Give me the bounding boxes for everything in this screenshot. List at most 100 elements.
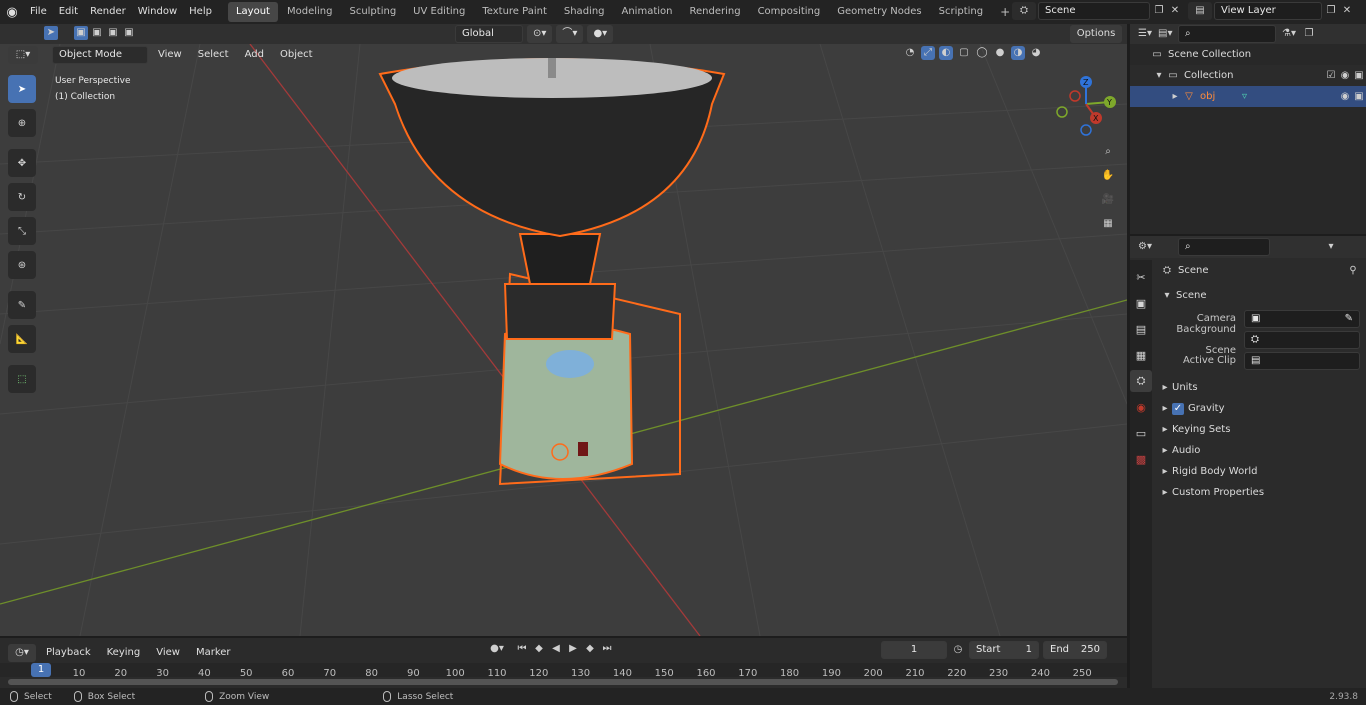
tab-geometry-nodes[interactable]: Geometry Nodes — [829, 2, 929, 22]
pin-icon[interactable]: ⚲ — [1346, 264, 1360, 278]
tab-layout[interactable]: Layout — [227, 2, 278, 22]
expand-arrow-icon[interactable]: ▸ — [1158, 381, 1172, 395]
menu-edit[interactable]: Edit — [53, 0, 84, 24]
viewport-menu-object[interactable]: Object — [274, 43, 319, 67]
play-reverse-icon[interactable]: ◀ — [549, 642, 563, 656]
measure-tool-icon[interactable]: 📐 — [8, 325, 36, 353]
render-tab-icon[interactable]: ▣ — [1130, 292, 1152, 314]
tab-sculpting[interactable]: Sculpting — [341, 2, 404, 22]
view-layer-icon[interactable]: ▤ — [1188, 2, 1212, 20]
timeline-editor-icon[interactable]: ◷▾ — [8, 644, 36, 662]
new-collection-icon[interactable]: ❐ — [1302, 27, 1316, 41]
render-camera-icon[interactable]: ▣ — [1352, 69, 1366, 83]
tab-scripting[interactable]: Scripting — [931, 2, 991, 22]
keying-menu[interactable]: Keying — [101, 641, 147, 665]
play-icon[interactable]: ▶ — [566, 642, 580, 656]
tab-compositing[interactable]: Compositing — [750, 2, 829, 22]
annotate-tool-icon[interactable]: ✎ — [8, 291, 36, 319]
scene-tab-icon[interactable]: ⛭ — [1130, 370, 1152, 392]
exclude-checkbox-icon[interactable]: ☑ — [1324, 69, 1338, 83]
display-mode-icon[interactable]: ▤▾ — [1158, 27, 1172, 41]
menu-window[interactable]: Window — [132, 0, 183, 24]
tab-animation[interactable]: Animation — [614, 2, 681, 22]
properties-options-icon[interactable]: ▾ — [1324, 240, 1338, 254]
select-invert-icon[interactable]: ▣ — [122, 26, 136, 40]
overlay-toggle-icon[interactable]: ◐ — [939, 46, 953, 60]
texture-tab-icon[interactable]: ▩ — [1130, 448, 1152, 470]
playback-menu[interactable]: Playback — [40, 641, 97, 665]
viewport-menu-select[interactable]: Select — [192, 43, 235, 67]
menu-help[interactable]: Help — [183, 0, 218, 24]
start-frame-field[interactable]: Start 1 — [969, 641, 1039, 659]
hide-eye-icon[interactable]: ◉ — [1338, 90, 1352, 104]
custom-properties-panel[interactable]: ▸ Custom Properties — [1152, 482, 1366, 503]
expand-arrow-icon[interactable]: ▸ — [1168, 90, 1182, 104]
preview-range-icon[interactable]: ◷ — [951, 643, 965, 657]
viewport-menu-add[interactable]: Add — [239, 43, 270, 67]
options-button[interactable]: Options — [1070, 25, 1122, 43]
timeline-scrollbar[interactable] — [8, 679, 1118, 685]
cursor-icon[interactable]: ⊕ — [8, 109, 36, 137]
next-keyframe-icon[interactable]: ◆ — [583, 642, 597, 656]
milk-separator-model[interactable] — [378, 58, 726, 486]
xray-icon[interactable]: ▢ — [957, 46, 971, 60]
properties-editor-icon[interactable]: ⚙▾ — [1138, 240, 1152, 254]
scene-icon[interactable]: ⛭ — [1012, 2, 1036, 20]
camera-field[interactable]: ▣ ✎ — [1244, 309, 1360, 328]
prev-keyframe-icon[interactable]: ◆ — [532, 642, 546, 656]
copy-scene-icon[interactable]: ❐ — [1152, 4, 1166, 18]
scene-section-header[interactable]: ▾ Scene — [1152, 285, 1366, 306]
world-tab-icon[interactable]: ◉ — [1130, 396, 1152, 418]
material-shading-icon[interactable]: ◑ — [1011, 46, 1025, 60]
jump-end-icon[interactable]: ⏭ — [600, 642, 614, 656]
rigid-body-world-panel[interactable]: ▸ Rigid Body World — [1152, 461, 1366, 482]
mode-select[interactable]: Object Mode — [52, 46, 148, 64]
audio-panel[interactable]: ▸ Audio — [1152, 440, 1366, 461]
expand-arrow-icon[interactable]: ▸ — [1158, 465, 1172, 479]
select-extend-icon[interactable]: ▣ — [90, 26, 104, 40]
keying-sets-panel[interactable]: ▸ Keying Sets — [1152, 419, 1366, 440]
pivot-icon[interactable]: ⊙▾ — [527, 25, 553, 43]
visibility-icon[interactable]: ◔ — [903, 46, 917, 60]
properties-search-input[interactable]: ⌕ — [1178, 238, 1270, 256]
tab-uv-editing[interactable]: UV Editing — [405, 2, 473, 22]
timeline-view-menu[interactable]: View — [150, 641, 186, 665]
tab-modeling[interactable]: Modeling — [279, 2, 341, 22]
background-scene-field[interactable]: ⛭ — [1244, 330, 1360, 349]
wireframe-shading-icon[interactable]: ◯ — [975, 46, 989, 60]
menu-file[interactable]: File — [24, 0, 53, 24]
playhead[interactable]: 1 — [31, 663, 51, 677]
copy-view-layer-icon[interactable]: ❐ — [1324, 4, 1338, 18]
outliner-row-collection[interactable]: ▾ ▭ Collection ☑ ◉ ▣ — [1130, 65, 1366, 86]
solid-shading-icon[interactable]: ● — [993, 46, 1007, 60]
add-cube-tool-icon[interactable]: ⬚ — [8, 365, 36, 393]
select-subtract-icon[interactable]: ▣ — [106, 26, 120, 40]
snap-icon[interactable]: ⌒▾ — [556, 25, 584, 43]
editor-type-button[interactable]: ⬚▾ — [8, 46, 38, 64]
proportional-icon[interactable]: ●▾ — [587, 25, 614, 43]
units-panel[interactable]: ▸ Units — [1152, 377, 1366, 398]
collapse-arrow-icon[interactable]: ▾ — [1160, 289, 1174, 303]
rendered-shading-icon[interactable]: ◕ — [1029, 46, 1043, 60]
expand-arrow-icon[interactable]: ▸ — [1158, 402, 1172, 416]
jump-start-icon[interactable]: ⏮ — [515, 642, 529, 656]
render-camera-icon[interactable]: ▣ — [1352, 90, 1366, 104]
grid-view-icon[interactable]: ▦ — [1098, 214, 1118, 234]
select-new-icon[interactable]: ▣ — [74, 26, 88, 40]
outliner-search-input[interactable]: ⌕ — [1178, 25, 1276, 43]
transform-orientation-select[interactable]: Global — [455, 25, 523, 43]
record-icon[interactable]: ●▾ — [482, 642, 512, 656]
filter-icon[interactable]: ⚗▾ — [1282, 27, 1296, 41]
marker-menu[interactable]: Marker — [190, 641, 237, 665]
expand-arrow-icon[interactable]: ▸ — [1158, 444, 1172, 458]
camera-view-icon[interactable]: 🎥 — [1098, 190, 1118, 210]
3d-viewport[interactable] — [0, 44, 1127, 636]
pan-hand-icon[interactable]: ✋ — [1098, 166, 1118, 186]
blender-logo-icon[interactable]: ◉ — [0, 5, 24, 20]
outliner-row-scene-collection[interactable]: ▭ Scene Collection — [1130, 44, 1366, 65]
close-scene-icon[interactable]: ✕ — [1168, 4, 1182, 18]
close-view-layer-icon[interactable]: ✕ — [1340, 4, 1354, 18]
tool-tab-icon[interactable]: ✂ — [1130, 266, 1152, 288]
transform-tool-icon[interactable]: ⊛ — [8, 251, 36, 279]
view-layer-field[interactable]: View Layer — [1214, 2, 1322, 20]
